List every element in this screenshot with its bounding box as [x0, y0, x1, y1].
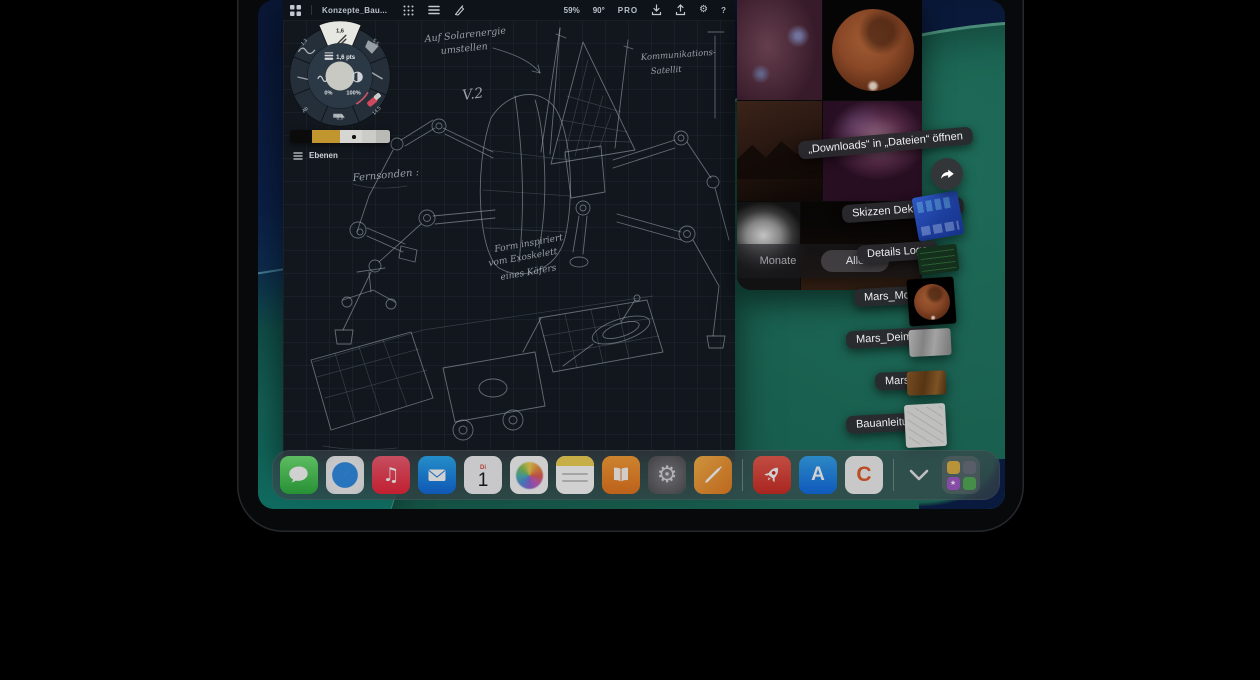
- export-icon[interactable]: [675, 4, 686, 16]
- annotation-form-line3: eines Käfers: [500, 263, 558, 283]
- annotation-solar-line1: Auf Solarenergie: [423, 25, 507, 45]
- opacity-max-label: 100%: [346, 90, 360, 96]
- active-swatch-dot: [352, 135, 356, 139]
- tab-monate[interactable]: Monate: [737, 255, 819, 267]
- part-sketches: [342, 222, 417, 309]
- opacity-min-label: 0%: [324, 90, 332, 96]
- dock-collapse-chevron[interactable]: [904, 456, 934, 494]
- dock-app-rocket[interactable]: [753, 456, 791, 494]
- dock-app-safari[interactable]: [326, 456, 364, 494]
- dot-grid-icon[interactable]: [403, 5, 414, 16]
- thumb-mars-deimos[interactable]: [908, 328, 951, 357]
- dock-app-c[interactable]: C: [845, 456, 883, 494]
- swatch-gold[interactable]: [312, 130, 340, 143]
- import-icon[interactable]: [651, 4, 662, 16]
- dock-app-photos[interactable]: [510, 456, 548, 494]
- annotation-comm-line1: Kommunikations-: [640, 48, 717, 63]
- color-swatch-bar[interactable]: [290, 130, 390, 143]
- mail-envelope-icon: [425, 463, 449, 487]
- share-drop-button[interactable]: [931, 158, 963, 190]
- dock: ♫ Di 1: [272, 450, 1000, 500]
- rover-sketch: [311, 295, 663, 450]
- notes-header-strip: [556, 456, 594, 466]
- hamburger-icon: [293, 152, 303, 160]
- annotation-probes: Fernsonden :: [351, 167, 419, 184]
- messages-bubble-icon: [286, 462, 312, 488]
- app-library-tile: [947, 461, 960, 474]
- photos-flower-icon: [516, 462, 543, 489]
- appstore-a-icon: A: [811, 464, 825, 486]
- dock-divider: [742, 459, 743, 491]
- safari-compass-icon: [330, 460, 360, 490]
- dock-app-mail[interactable]: [418, 456, 456, 494]
- thumb-mars[interactable]: [907, 370, 947, 395]
- stage: Auf Solarenergie umstellen Kommunikation…: [0, 0, 1260, 680]
- size-s-label: 8,9: [337, 116, 344, 122]
- pen-tool-icon[interactable]: [454, 5, 465, 16]
- settings-gear-icon[interactable]: ⚙: [699, 5, 708, 15]
- toolbar-separator: [311, 5, 312, 15]
- notes-line: [562, 473, 588, 475]
- dock-app-messages[interactable]: [280, 456, 318, 494]
- calendar-day: 1: [478, 471, 489, 490]
- photo-mars-globe[interactable]: [823, 0, 922, 100]
- thumb-mars-modell[interactable]: [906, 276, 956, 326]
- dock-app-notes[interactable]: [556, 456, 594, 494]
- dock-app-calendar[interactable]: Di 1: [464, 456, 502, 494]
- photo-nebula[interactable]: [737, 0, 822, 100]
- dock-app-library[interactable]: ★: [942, 456, 980, 494]
- forward-arrow-icon: [938, 166, 956, 182]
- mars-globe-image: [832, 9, 914, 91]
- dock-app-appstore[interactable]: A: [799, 456, 837, 494]
- rocket-icon: [754, 457, 790, 493]
- ipad-screen: Auf Solarenergie umstellen Kommunikation…: [258, 0, 1005, 509]
- chevron-down-icon: [909, 469, 929, 481]
- tool-wheel[interactable]: 1,6 pts 0% 100% 1,6 1,3 5,5 14,5 8,9 Ab: [282, 18, 398, 134]
- concepts-pen-icon: [700, 462, 726, 488]
- dock-divider: [893, 459, 894, 491]
- mars-thumb-globe: [912, 282, 950, 320]
- dock-app-settings[interactable]: ⚙: [648, 456, 686, 494]
- swatch-light-gray[interactable]: [340, 130, 362, 143]
- annotation-version: V.2: [461, 85, 484, 104]
- brush-size-value: 1,6 pts: [336, 55, 356, 61]
- dock-app-concepts[interactable]: [694, 456, 732, 494]
- swatch-dark-gray[interactable]: [376, 130, 390, 143]
- ipad-device-frame: Auf Solarenergie umstellen Kommunikation…: [237, 0, 1024, 532]
- annotation-comm-line2: Satellit: [651, 65, 683, 77]
- c-app-icon: C: [856, 463, 871, 487]
- robot-head: [565, 146, 605, 267]
- swatch-black[interactable]: [290, 130, 312, 143]
- robot-sail: [551, 40, 635, 164]
- music-note-icon: ♫: [382, 466, 399, 485]
- layers-button[interactable]: Ebenen: [293, 151, 338, 160]
- active-size-label: 1,6: [336, 29, 345, 35]
- help-button[interactable]: ?: [721, 6, 726, 15]
- dock-app-music[interactable]: ♫: [372, 456, 410, 494]
- settings-gear-icon: ⚙: [657, 464, 678, 487]
- rotation-value[interactable]: 90°: [593, 6, 605, 15]
- app-library-tile: ★: [947, 477, 960, 490]
- app-library-tile: [963, 477, 976, 490]
- document-title[interactable]: Konzepte_Bau...: [322, 6, 387, 15]
- app-library-tile: [963, 461, 976, 474]
- swatch-gray[interactable]: [362, 130, 376, 143]
- zoom-level[interactable]: 59%: [564, 6, 580, 15]
- thumb-skizzen-dekorbogen[interactable]: [912, 190, 965, 241]
- dock-app-books[interactable]: [602, 456, 640, 494]
- thumb-details-logo[interactable]: [917, 244, 960, 276]
- layers-label: Ebenen: [309, 151, 338, 160]
- notes-line: [562, 480, 588, 482]
- pro-badge[interactable]: PRO: [618, 6, 638, 15]
- annotation-solar-line2: umstellen: [440, 41, 488, 57]
- sketch-app-window[interactable]: Auf Solarenergie umstellen Kommunikation…: [283, 0, 735, 462]
- books-open-book-icon: [609, 463, 633, 487]
- apps-grid-icon[interactable]: [290, 5, 301, 16]
- thumb-bauanleitung[interactable]: [904, 403, 947, 448]
- layers-lines-icon[interactable]: [428, 5, 440, 15]
- brush-preview-knob[interactable]: [326, 62, 355, 91]
- app-library-grid-icon: ★: [947, 461, 976, 490]
- robot-spike: [541, 28, 566, 154]
